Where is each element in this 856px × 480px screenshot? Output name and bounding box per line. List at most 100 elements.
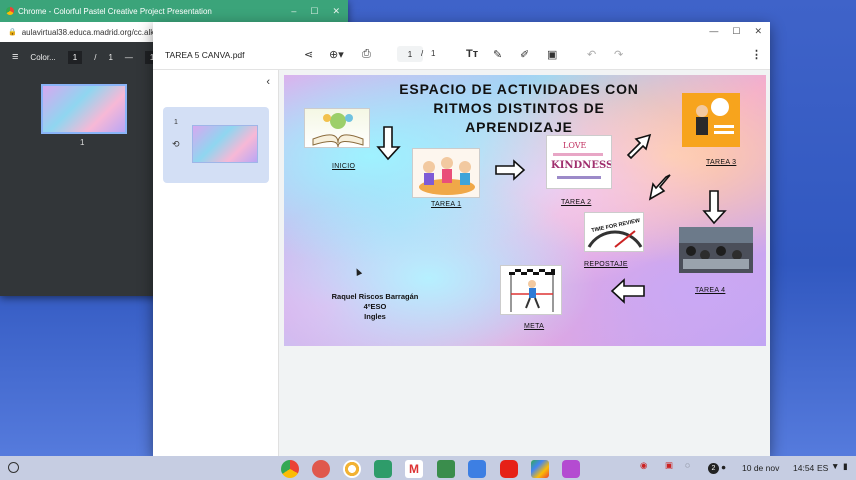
open-book-picture [304, 108, 370, 148]
notification-count[interactable]: 2 [708, 463, 719, 474]
author-block: Raquel Riscos Barragán 4ºESO Ingles [300, 292, 450, 322]
zoom-icon[interactable]: ⊕▾ [329, 48, 344, 61]
time-display[interactable]: 14:54 [793, 463, 814, 473]
chrome-logo-icon [6, 7, 14, 15]
system-shelf: M ◉ ▣ ◌ 2 ● 10 de nov 14:54 ES ▼ ▮ [0, 456, 856, 480]
launcher-icon[interactable] [8, 462, 19, 473]
pdf-app-icon[interactable] [562, 460, 580, 478]
arrow-down-left-icon [648, 174, 671, 201]
background-page-input[interactable]: 1 [67, 50, 83, 64]
palette-app-icon[interactable] [312, 460, 330, 478]
slide-title-line: ESPACIO DE ACTIVIDADES CON [399, 81, 639, 97]
chevron-left-icon[interactable]: ‹ [266, 76, 270, 88]
locale-display[interactable]: ES [817, 463, 828, 473]
screen-capture-icon[interactable]: ▣ [665, 460, 673, 471]
book-icon [312, 113, 364, 147]
document-area[interactable]: ESPACIO DE ACTIVIDADES CON RITMOS DISTIN… [280, 70, 770, 456]
maximize-icon[interactable]: ☐ [310, 6, 318, 17]
word-kindness: KINDNESS [551, 160, 612, 171]
arrow-right-icon [495, 159, 526, 181]
menu-icon[interactable]: ≡ [12, 51, 18, 63]
thumbnail-image[interactable] [192, 125, 258, 163]
redo-icon[interactable]: ↷ [614, 48, 623, 61]
background-page-separator: / [94, 52, 97, 62]
print-icon[interactable]: ⎙ [362, 48, 371, 61]
file-name: TAREA 5 CANVA.pdf [165, 49, 245, 60]
rotate-icon[interactable]: ⟲ [172, 139, 180, 150]
viewer-titlebar[interactable]: — ☐ ✕ [153, 22, 770, 40]
undo-icon[interactable]: ↶ [587, 48, 596, 61]
word-cloud-filler [553, 153, 603, 156]
presenter-icon [696, 98, 734, 135]
background-thumbnail-number: 1 [80, 138, 85, 147]
background-toolbar-name: Color... [30, 52, 56, 62]
classroom-photo [679, 227, 753, 273]
inicio-link[interactable]: INICIO [332, 163, 355, 170]
gmail-app-icon[interactable]: M [405, 460, 423, 478]
arrow-left-icon [610, 278, 645, 304]
sheets-app-icon[interactable] [437, 460, 455, 478]
pdf-viewer-window[interactable]: — ☐ ✕ TAREA 5 CANVA.pdf ⋖ ⊕▾ ⎙ 1 / 1 Tт … [153, 22, 770, 456]
image-icon[interactable]: ▣ [547, 48, 557, 61]
classroom-app-icon[interactable] [374, 460, 392, 478]
word-love: LOVE [563, 141, 587, 150]
date-display[interactable]: 10 de nov [742, 463, 779, 473]
slide-title-line: RITMOS DISTINTOS DE [433, 100, 605, 116]
battery-icon[interactable]: ▮ [843, 461, 848, 472]
highlighter-icon[interactable]: ✐ [520, 48, 529, 61]
word-cloud-filler [557, 176, 601, 179]
text-tool-icon[interactable]: Tт [466, 48, 478, 60]
page-thumbnail-selected[interactable]: 1 ⟲ [163, 107, 269, 183]
thumbnail-sidebar: ‹ 1 ⟲ [153, 70, 279, 456]
repostaje-link[interactable]: REPOSTAJE [584, 261, 628, 268]
zoom-out-icon[interactable]: — [125, 53, 133, 62]
tarea-2-link[interactable]: TAREA 2 [561, 199, 591, 206]
background-window-title: Chrome - Colorful Pastel Creative Projec… [18, 6, 212, 16]
tarea-3-link[interactable]: TAREA 3 [706, 159, 736, 166]
students-icon [419, 157, 475, 195]
page-total: 1 [431, 49, 436, 58]
tarea-4-link[interactable]: TAREA 4 [695, 287, 725, 294]
close-icon[interactable]: ✕ [332, 6, 340, 17]
tarea-1-link[interactable]: TAREA 1 [431, 201, 461, 208]
draw-icon[interactable]: ✎ [493, 48, 502, 61]
presenter-picture [682, 93, 740, 147]
play-store-app-icon[interactable] [531, 460, 549, 478]
kindness-word-cloud-picture: LOVE KINDNESS [546, 135, 612, 189]
chrome-app-icon[interactable] [281, 460, 299, 478]
maximize-icon[interactable]: ☐ [732, 26, 740, 37]
share-icon[interactable]: ⋖ [304, 48, 313, 61]
notification-dot-icon: ● [721, 462, 727, 472]
more-options-icon[interactable]: ⋮ [751, 48, 762, 61]
files-app-icon[interactable] [468, 460, 486, 478]
close-icon[interactable]: ✕ [754, 26, 762, 37]
screen-record-icon[interactable]: ◉ [640, 460, 647, 471]
slide-title: ESPACIO DE ACTIVIDADES CON RITMOS DISTIN… [364, 80, 674, 137]
arrow-down-icon [702, 190, 727, 225]
background-url-text: aulavirtual38.educa.madrid.org/cc.alk [21, 27, 155, 37]
thumbnail-number: 1 [174, 119, 178, 126]
background-page-total: 1 [108, 52, 113, 62]
finish-line-picture [500, 265, 562, 315]
wifi-icon[interactable]: ▼ [831, 461, 839, 471]
background-page-thumbnail[interactable] [41, 84, 127, 134]
viewer-toolbar: TAREA 5 CANVA.pdf ⋖ ⊕▾ ⎙ 1 / 1 Tт ✎ ✐ ▣ … [153, 40, 770, 70]
youtube-app-icon[interactable] [500, 460, 518, 478]
tote-icon[interactable]: ◌ [685, 460, 690, 470]
circle-app-icon[interactable] [343, 460, 361, 478]
author-grade: 4ºESO [363, 302, 387, 311]
arrow-up-right-icon [626, 133, 652, 160]
arrow-down-icon [376, 126, 401, 161]
minimize-icon[interactable]: — [709, 26, 718, 36]
time-for-review-picture: TIME FOR REVIEW [584, 212, 644, 252]
students-picture [412, 148, 480, 198]
minimize-icon[interactable]: – [291, 6, 296, 17]
slide-page: ESPACIO DE ACTIVIDADES CON RITMOS DISTIN… [284, 75, 766, 346]
page-number-input[interactable]: 1 [397, 46, 423, 62]
background-window-titlebar[interactable]: Chrome - Colorful Pastel Creative Projec… [0, 0, 348, 22]
author-subject: Ingles [364, 312, 386, 321]
lock-icon: 🔒 [8, 29, 17, 36]
meta-link[interactable]: META [524, 323, 544, 330]
classroom-icon [679, 227, 753, 269]
author-name: Raquel Riscos Barragán [331, 292, 419, 301]
